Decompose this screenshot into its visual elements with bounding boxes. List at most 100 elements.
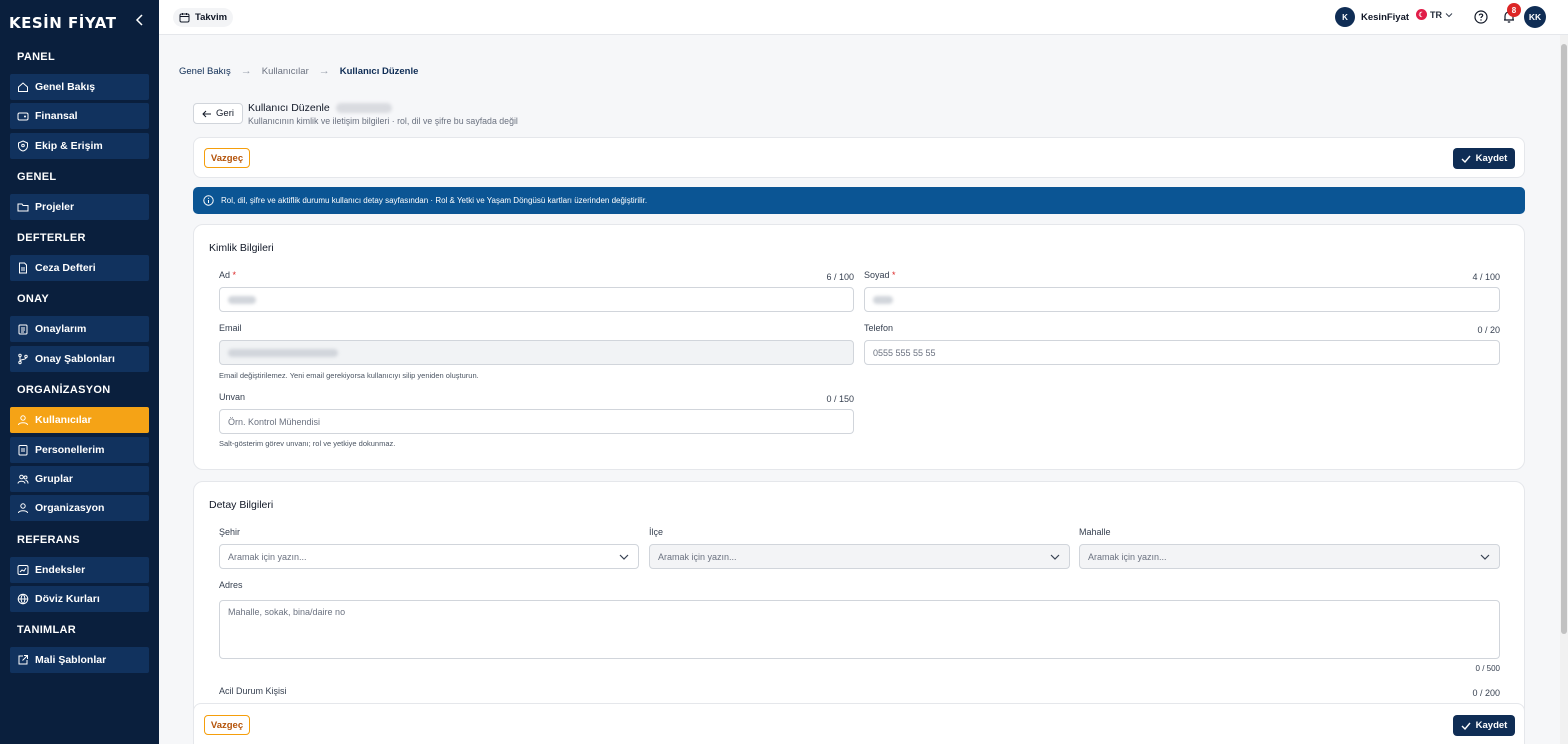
- ilce-select[interactable]: Aramak için yazın...: [649, 544, 1070, 569]
- save-button-bottom[interactable]: Kaydet: [1453, 715, 1515, 736]
- sidebar-item-finansal[interactable]: Finansal: [10, 103, 149, 129]
- sidebar-item-ekip-erisim[interactable]: Ekip & Erişim: [10, 133, 149, 159]
- mahalle-select[interactable]: Aramak için yazın...: [1079, 544, 1500, 569]
- save-label: Kaydet: [1475, 720, 1508, 731]
- org-user-icon: [17, 502, 29, 514]
- sidebar-item-label: Finansal: [35, 110, 78, 122]
- app-logo: KESİN FİYAT: [9, 14, 117, 32]
- sidebar-item-organizasyon[interactable]: Organizasyon: [10, 495, 149, 521]
- unvan-input[interactable]: Örn. Kontrol Mühendisi: [219, 409, 854, 434]
- flag-tr-icon: ☾: [1416, 9, 1427, 20]
- details-title: Detay Bilgileri: [209, 499, 274, 511]
- sidebar-item-personellerim[interactable]: Personellerim: [10, 437, 149, 463]
- folder-icon: [17, 201, 29, 213]
- calendar-button[interactable]: Takvim: [173, 8, 234, 27]
- sidebar-item-endeksler[interactable]: Endeksler: [10, 557, 149, 583]
- users-icon: [17, 473, 29, 485]
- soyad-count: 4 / 100: [1472, 272, 1500, 282]
- chevron-left-icon[interactable]: [132, 12, 148, 28]
- acil-label: Acil Durum Kişisi: [219, 686, 287, 696]
- sidebar-item-label: Kullanıcılar: [35, 414, 92, 426]
- help-icon[interactable]: [1474, 10, 1488, 24]
- wallet-icon: [17, 110, 29, 122]
- org-switcher[interactable]: K KesinFiyat: [1335, 7, 1409, 27]
- breadcrumb: Genel Bakış → Kullanıcılar → Kullanıcı D…: [179, 65, 418, 77]
- sidebar-item-genel-bakis[interactable]: Genel Bakış: [10, 74, 149, 100]
- save-button[interactable]: Kaydet: [1453, 148, 1515, 169]
- sidebar-item-label: Gruplar: [35, 473, 73, 485]
- adres-textarea[interactable]: Mahalle, sokak, bina/daire no: [219, 600, 1500, 659]
- sidebar-section-panel: PANEL: [17, 51, 55, 63]
- ilce-label: İlçe: [649, 527, 664, 537]
- sidebar-item-projeler[interactable]: Projeler: [10, 194, 149, 220]
- user-avatar[interactable]: KK: [1524, 6, 1546, 28]
- breadcrumb-parent[interactable]: Kullanıcılar: [262, 66, 309, 77]
- sidebar-item-ceza-defteri[interactable]: Ceza Defteri: [10, 255, 149, 281]
- email-input: [219, 340, 854, 365]
- info-banner: Rol, dil, şifre ve aktiflik durumu kulla…: [193, 187, 1525, 214]
- adres-label: Adres: [219, 580, 243, 590]
- sidebar-section-defterler: DEFTERLER: [17, 232, 86, 244]
- org-name: KesinFiyat: [1361, 11, 1410, 23]
- sidebar-section-referans: REFERANS: [17, 534, 80, 546]
- globe-icon: [17, 593, 29, 605]
- sidebar-section-organizasyon: ORGANİZASYON: [17, 384, 111, 396]
- cancel-button[interactable]: Vazgeç: [204, 148, 250, 168]
- info-icon: [203, 195, 214, 206]
- sidebar-item-gruplar[interactable]: Gruplar: [10, 466, 149, 492]
- sidebar-section-onay: ONAY: [17, 293, 49, 305]
- logo-row: KESİN FİYAT: [0, 0, 159, 42]
- sehir-select[interactable]: Aramak için yazın...: [219, 544, 639, 569]
- arrow-right-icon: →: [240, 65, 252, 77]
- sidebar-item-onay-sablonlari[interactable]: Onay Şablonları: [10, 346, 149, 372]
- sidebar-section-genel: GENEL: [17, 171, 57, 183]
- ad-input[interactable]: [219, 287, 854, 312]
- user-icon: [17, 414, 29, 426]
- back-button[interactable]: Geri: [193, 103, 243, 124]
- sidebar-item-label: Organizasyon: [35, 502, 105, 514]
- check-icon: [1461, 722, 1471, 730]
- sidebar-item-kullanicilar[interactable]: Kullanıcılar: [10, 407, 149, 433]
- sidebar-item-doviz-kurlari[interactable]: Döviz Kurları: [10, 586, 149, 612]
- ad-count: 6 / 100: [826, 272, 854, 282]
- save-label: Kaydet: [1475, 153, 1508, 164]
- page-title: Kullanıcı Düzenle: [248, 102, 392, 114]
- sehir-label: Şehir: [219, 527, 241, 537]
- chevron-down-icon: [1445, 12, 1453, 17]
- external-doc-icon: [17, 654, 29, 666]
- language-selector[interactable]: ☾ TR: [1416, 9, 1453, 20]
- unvan-label: Unvan: [219, 392, 246, 402]
- sidebar-item-mali-sablonlar[interactable]: Mali Şablonlar: [10, 647, 149, 673]
- action-bar-top: Vazgeç Kaydet: [193, 137, 1525, 178]
- chevron-down-icon: [619, 554, 629, 560]
- sidebar-item-onaylarim[interactable]: Onaylarım: [10, 316, 149, 342]
- sidebar-item-label: Onaylarım: [35, 323, 87, 335]
- chevron-down-icon: [1480, 554, 1490, 560]
- arrow-left-icon: [202, 110, 212, 117]
- arrow-right-icon: →: [318, 65, 330, 77]
- calendar-icon: [179, 13, 190, 23]
- soyad-input[interactable]: [864, 287, 1500, 312]
- telefon-input[interactable]: 0555 555 55 55: [864, 340, 1500, 365]
- breadcrumb-home[interactable]: Genel Bakış: [179, 66, 231, 77]
- cancel-button-bottom[interactable]: Vazgeç: [204, 715, 250, 735]
- sidebar-item-label: Ekip & Erişim: [35, 140, 103, 152]
- sidebar-item-label: Projeler: [35, 201, 75, 213]
- ad-label: Ad *: [219, 270, 237, 280]
- sidebar-item-label: Onay Şablonları: [35, 353, 115, 365]
- scrollbar-thumb[interactable]: [1561, 44, 1567, 634]
- breadcrumb-current: Kullanıcı Düzenle: [339, 65, 419, 77]
- sidebar-section-tanimlar: TANIMLAR: [17, 624, 77, 636]
- telefon-label: Telefon: [864, 323, 894, 333]
- topbar: Takvim K KesinFiyat ☾ TR 8 KK: [159, 0, 1568, 35]
- sidebar: KESİN FİYAT PANEL Genel Bakış Finansal E…: [0, 0, 159, 744]
- clipboard-icon: [17, 323, 29, 335]
- mahalle-label: Mahalle: [1079, 527, 1111, 537]
- page-title-text: Kullanıcı Düzenle: [248, 102, 330, 114]
- chevron-down-icon: [1050, 554, 1060, 560]
- notification-badge: 8: [1507, 3, 1521, 17]
- sidebar-item-label: Döviz Kurları: [35, 593, 100, 605]
- soyad-label: Soyad *: [864, 270, 896, 280]
- identity-title: Kimlik Bilgileri: [209, 242, 274, 254]
- page-subtitle: Kullanıcının kimlik ve iletişim bilgiler…: [248, 116, 518, 126]
